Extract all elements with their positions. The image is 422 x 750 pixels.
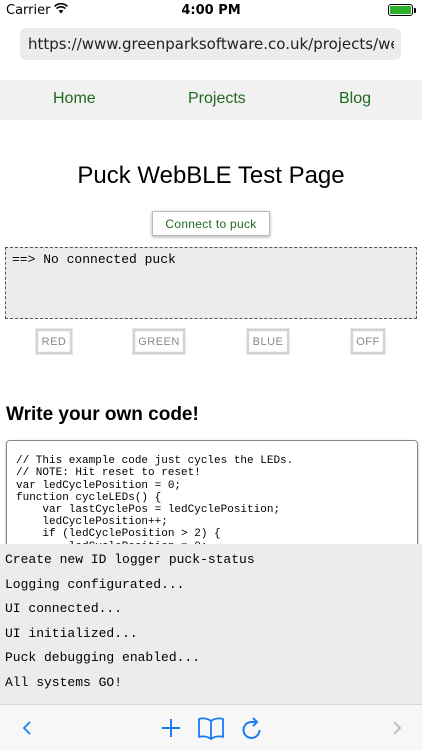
console-line: UI connected... — [5, 601, 123, 616]
page-title: Puck WebBLE Test Page — [77, 162, 345, 189]
console-line: All systems GO! — [5, 675, 123, 690]
url-text[interactable]: https://www.greenparksoftware.co.uk/proj… — [28, 35, 394, 53]
nav-projects[interactable]: Projects — [188, 90, 246, 108]
clock: 4:00 PM — [181, 3, 241, 18]
code-line: // This example code just cycles the LED… — [16, 455, 294, 468]
console-line: Logging configurated... — [5, 577, 185, 592]
debug-console: Create new ID logger puck-status Logging… — [0, 544, 422, 704]
status-log: ==> No connected puck — [5, 247, 417, 319]
code-line: ledCyclePosition++; — [16, 516, 168, 529]
console-line: Puck debugging enabled... — [5, 650, 201, 665]
reload-icon[interactable] — [239, 713, 265, 743]
add-icon[interactable] — [158, 713, 184, 743]
connect-button[interactable]: Connect to puck — [152, 211, 270, 236]
code-line: function cycleLEDs() { — [16, 491, 162, 504]
battery-fill — [390, 6, 411, 14]
log-text: ==> No connected puck — [12, 252, 176, 267]
battery-tip — [414, 7, 416, 13]
forward-icon[interactable] — [386, 713, 408, 743]
console-line: UI initialized... — [5, 626, 138, 641]
back-icon[interactable] — [16, 713, 38, 743]
code-line: var lastCyclePos = ledCyclePosition; — [16, 504, 281, 517]
red-button[interactable]: RED — [36, 329, 72, 354]
bookmarks-icon[interactable] — [196, 713, 226, 743]
browser-toolbar — [0, 704, 422, 750]
status-bar: Carrier 4:00 PM — [0, 0, 422, 22]
off-button[interactable]: OFF — [351, 329, 385, 354]
code-line: var ledCyclePosition = 0; — [16, 479, 182, 492]
blue-button[interactable]: BLUE — [247, 329, 289, 354]
code-line: if (ledCyclePosition > 2) { — [16, 528, 221, 541]
code-editor[interactable]: // This example code just cycles the LED… — [6, 440, 418, 550]
battery-body — [388, 4, 413, 16]
code-text[interactable]: // This example code just cycles the LED… — [16, 443, 294, 549]
console-line: Create new ID logger puck-status — [5, 552, 255, 567]
address-bar[interactable]: https://www.greenparksoftware.co.uk/proj… — [20, 28, 401, 60]
site-nav: Home Projects Blog — [0, 80, 422, 120]
green-button[interactable]: GREEN — [133, 329, 185, 354]
battery-icon — [388, 4, 416, 16]
nav-blog[interactable]: Blog — [339, 90, 371, 108]
code-heading: Write your own code! — [6, 404, 199, 425]
code-line: // NOTE: Hit reset to reset! — [16, 467, 201, 480]
nav-home[interactable]: Home — [53, 90, 96, 108]
